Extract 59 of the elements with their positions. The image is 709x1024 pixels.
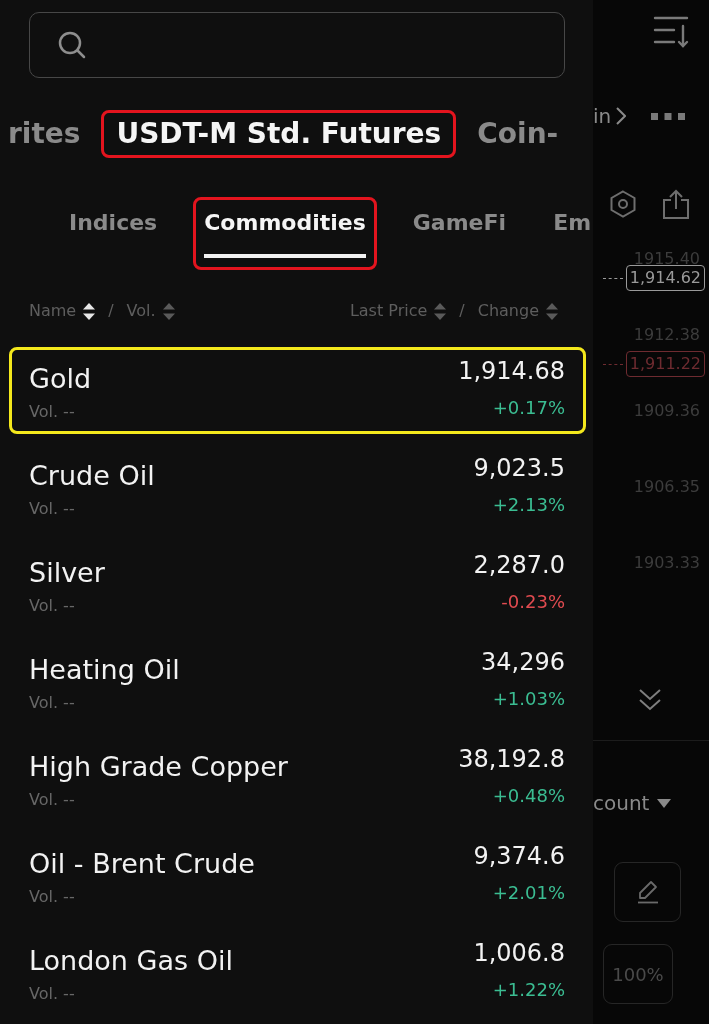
caret-down-icon[interactable] — [657, 798, 672, 808]
volume-text: Vol. -- — [29, 499, 75, 519]
price-change: +2.01% — [492, 882, 565, 904]
price-change: +0.17% — [492, 397, 565, 419]
last-price: 2,287.0 — [473, 551, 565, 579]
sort-icon[interactable] — [83, 302, 96, 320]
header-separator: / — [459, 301, 465, 321]
asset-name[interactable]: Gold — [29, 363, 92, 395]
more-icon[interactable] — [651, 112, 686, 120]
last-price: 34,296 — [481, 648, 565, 676]
last-price: 38,192.8 — [458, 745, 565, 773]
last-price: 1,006.8 — [473, 939, 565, 967]
column-header[interactable]: Change — [477, 301, 539, 321]
price-line-tag: 1,911.22 — [625, 351, 705, 377]
price-change: -0.23% — [501, 591, 565, 613]
market-tab[interactable]: Coin- — [477, 116, 559, 152]
dashed-leader-line — [602, 363, 623, 365]
nav-text[interactable]: in — [593, 104, 612, 128]
category-tab[interactable]: Em — [553, 200, 592, 258]
price-change: +0.48% — [492, 785, 565, 807]
category-tab[interactable]: Indices — [69, 200, 158, 258]
column-header[interactable]: Name — [29, 301, 77, 321]
asset-name[interactable]: Crude Oil — [29, 460, 155, 492]
asset-name[interactable]: Oil - Brent Crude — [29, 848, 255, 880]
double-chevron-down-icon[interactable] — [638, 688, 662, 712]
volume-text: Vol. -- — [29, 790, 75, 810]
price-change: +1.22% — [492, 979, 565, 1001]
market-tab[interactable]: USDT-M Std. Futures — [116, 116, 442, 152]
volume-text: Vol. -- — [29, 402, 75, 422]
last-price: 9,374.6 — [473, 842, 565, 870]
volume-text: Vol. -- — [29, 984, 75, 1004]
settings-icon[interactable] — [610, 190, 636, 218]
column-header[interactable]: Last Price — [349, 301, 428, 321]
column-header[interactable]: Vol. — [126, 301, 156, 321]
price-change: +2.13% — [492, 494, 565, 516]
volume-text: Vol. -- — [29, 693, 75, 713]
share-icon[interactable] — [662, 189, 690, 219]
last-price: 1,914.68 — [458, 357, 565, 385]
dashed-leader-line — [602, 277, 623, 279]
volume-text: Vol. -- — [29, 887, 75, 907]
price-change: +1.03% — [492, 688, 565, 710]
last-price-tag: 1,914.62 — [625, 265, 705, 291]
header-separator: / — [108, 301, 114, 321]
search-icon — [57, 30, 87, 60]
asset-name[interactable]: High Grade Copper — [29, 751, 288, 783]
search-field[interactable] — [29, 12, 565, 78]
chevron-right-icon — [616, 107, 627, 125]
volume-text: Vol. -- — [29, 596, 75, 616]
last-price: 9,023.5 — [473, 454, 565, 482]
asset-name[interactable]: Heating Oil — [29, 654, 180, 686]
asset-name[interactable]: London Gas Oil — [29, 945, 233, 977]
market-tab[interactable]: rites — [8, 116, 81, 152]
asset-name[interactable]: Silver — [29, 557, 105, 589]
category-tab[interactable]: GameFi — [412, 200, 507, 258]
dropdown-label[interactable]: count — [593, 790, 650, 816]
edit-button[interactable] — [614, 862, 681, 922]
pencil-icon — [635, 880, 660, 904]
sort-lines-icon[interactable] — [653, 15, 689, 49]
category-tab[interactable]: Commodities — [204, 200, 366, 258]
